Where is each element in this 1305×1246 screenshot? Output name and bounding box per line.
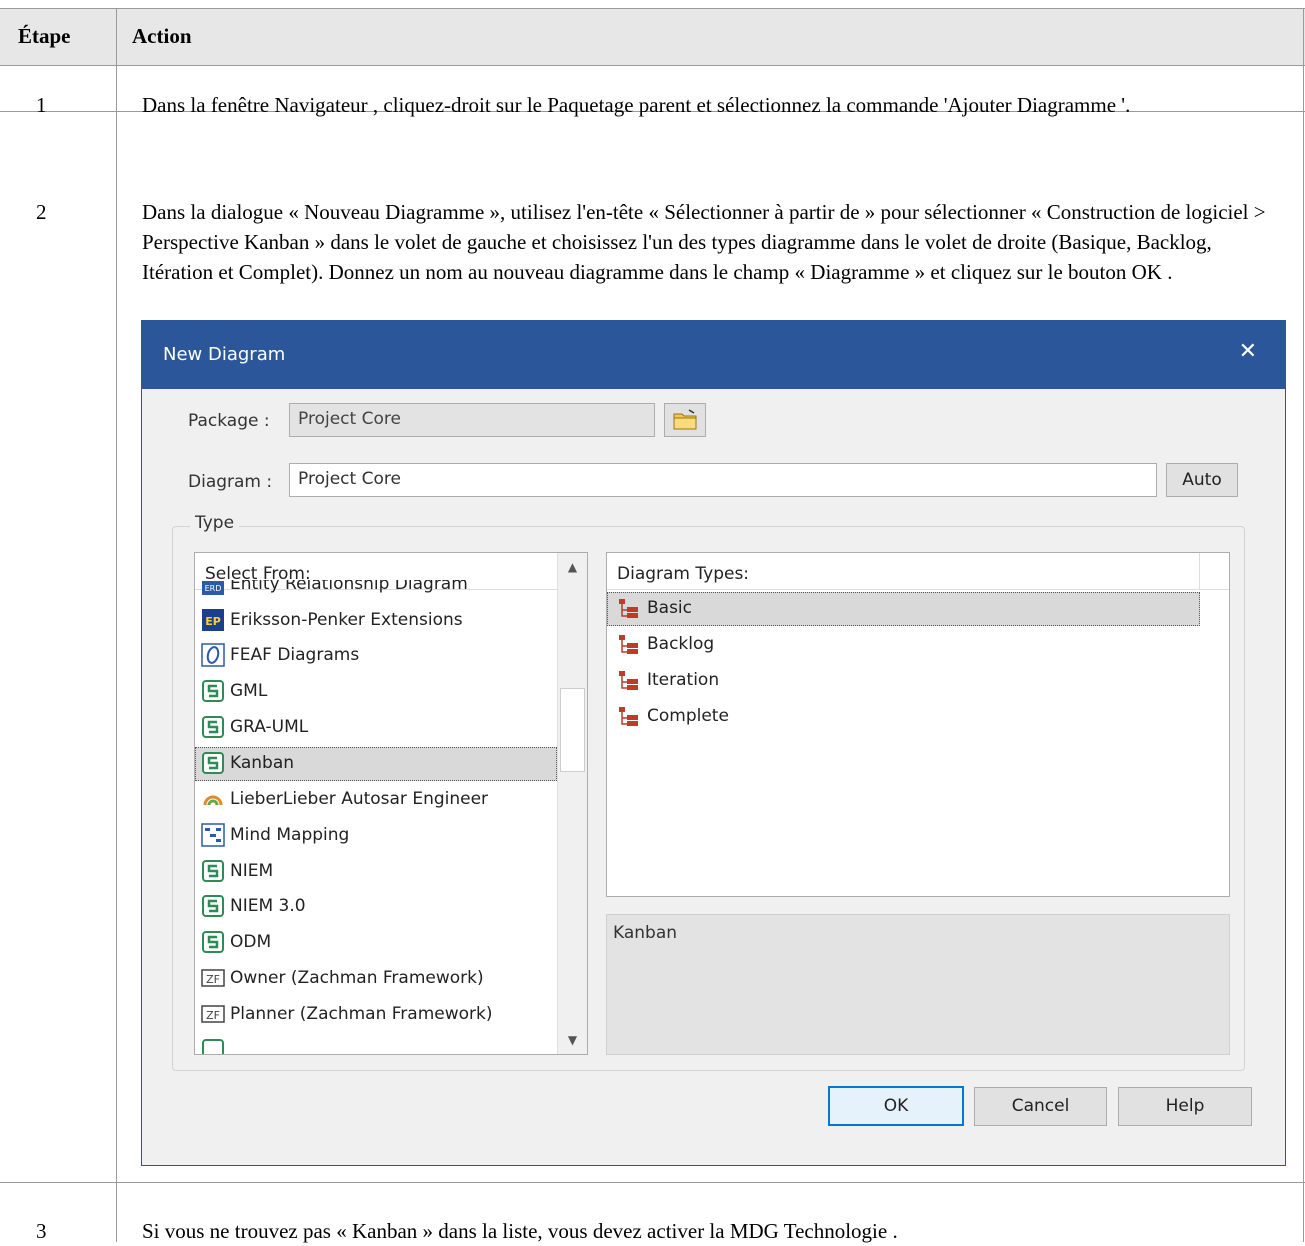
zachman-icon: ZF bbox=[201, 1005, 225, 1023]
list-item[interactable]: GML bbox=[195, 675, 557, 709]
diagram-type-complete[interactable]: Complete bbox=[607, 700, 1200, 734]
cancel-button[interactable]: Cancel bbox=[974, 1087, 1107, 1126]
step-number: 1 bbox=[36, 93, 47, 117]
step-number: 2 bbox=[36, 200, 47, 224]
mdg-technology-icon bbox=[202, 752, 224, 774]
diagram-type-basic[interactable]: Basic bbox=[607, 592, 1200, 626]
list-item[interactable]: Mind Mapping bbox=[195, 819, 557, 853]
mdg-technology-icon bbox=[202, 680, 224, 702]
ep-icon: EP bbox=[202, 609, 224, 631]
diagram-type-iteration[interactable]: Iteration bbox=[607, 664, 1200, 698]
diagram-types-list[interactable]: Diagram Types: Basic Backlog Iteration C… bbox=[606, 552, 1230, 897]
auto-button[interactable]: Auto bbox=[1166, 463, 1238, 497]
kanban-diagram-icon bbox=[619, 599, 638, 618]
diagram-name-input[interactable]: Project Core bbox=[289, 463, 1157, 497]
mdg-technology-icon bbox=[202, 931, 224, 953]
step-text: Dans la dialogue « Nouveau Diagramme », … bbox=[142, 200, 1266, 284]
svg-text:EP: EP bbox=[205, 615, 221, 628]
list-item[interactable] bbox=[195, 1034, 557, 1054]
list-item[interactable]: ZF Owner (Zachman Framework) bbox=[195, 962, 557, 996]
diagram-label: Diagram : bbox=[188, 472, 273, 492]
header-step: Étape bbox=[18, 24, 71, 48]
step-number: 3 bbox=[36, 1219, 47, 1243]
close-icon[interactable]: ✕ bbox=[1239, 339, 1257, 364]
feaf-icon bbox=[201, 643, 225, 667]
select-from-scrollbar[interactable]: ▲ ▼ bbox=[557, 553, 587, 1054]
list-item-kanban-selected[interactable]: Kanban bbox=[195, 747, 557, 781]
mdg-technology-icon bbox=[202, 1039, 224, 1054]
diagram-types-header: Diagram Types: bbox=[607, 553, 1229, 590]
scroll-up-arrow-icon[interactable]: ▲ bbox=[558, 553, 587, 581]
mdg-technology-icon bbox=[202, 895, 224, 917]
package-field[interactable]: Project Core bbox=[289, 403, 655, 437]
list-item[interactable]: FEAF Diagrams bbox=[195, 639, 557, 673]
description-panel: Kanban bbox=[606, 914, 1230, 1055]
lieberlieber-icon bbox=[203, 795, 223, 806]
erd-icon: ERD bbox=[202, 581, 224, 595]
header-action: Action bbox=[132, 24, 192, 48]
description-text: Kanban bbox=[613, 923, 678, 943]
help-button[interactable]: Help bbox=[1118, 1087, 1252, 1126]
list-item[interactable]: ZF Planner (Zachman Framework) bbox=[195, 998, 557, 1032]
list-item[interactable]: LieberLieber Autosar Engineer bbox=[195, 783, 557, 817]
svg-text:ZF: ZF bbox=[206, 1009, 220, 1022]
folder-icon bbox=[673, 409, 697, 430]
new-diagram-dialog: New Diagram ✕ Package : Project Core Dia… bbox=[141, 320, 1286, 1166]
mdg-technology-icon bbox=[202, 716, 224, 738]
scroll-down-arrow-icon[interactable]: ▼ bbox=[558, 1026, 587, 1054]
list-item[interactable]: NIEM 3.0 bbox=[195, 890, 557, 924]
kanban-diagram-icon bbox=[619, 635, 638, 654]
table-header: Étape Action bbox=[0, 8, 1305, 66]
step-text: Dans la fenêtre Navigateur , cliquez-dro… bbox=[142, 93, 1131, 117]
list-item[interactable]: ERD Entity Relationship Diagram bbox=[195, 580, 557, 602]
list-item[interactable]: NIEM bbox=[195, 855, 557, 889]
kanban-diagram-icon bbox=[619, 671, 638, 690]
dialog-title: New Diagram bbox=[163, 344, 286, 365]
list-item[interactable]: ODM bbox=[195, 926, 557, 960]
mdg-technology-icon bbox=[202, 860, 224, 882]
svg-text:ERD: ERD bbox=[205, 584, 222, 593]
zachman-icon: ZF bbox=[201, 969, 225, 987]
diagram-type-backlog[interactable]: Backlog bbox=[607, 628, 1200, 662]
browse-package-button[interactable] bbox=[664, 403, 706, 437]
package-label: Package : bbox=[188, 411, 270, 431]
list-item[interactable]: EP Eriksson-Penker Extensions bbox=[195, 604, 557, 638]
svg-text:ZF: ZF bbox=[206, 973, 220, 986]
scrollbar-thumb[interactable] bbox=[560, 688, 585, 772]
mind-map-icon bbox=[201, 823, 225, 847]
ok-button[interactable]: OK bbox=[828, 1086, 964, 1126]
kanban-diagram-icon bbox=[619, 707, 638, 726]
list-item[interactable]: GRA-UML bbox=[195, 711, 557, 745]
type-group-label: Type bbox=[190, 513, 240, 533]
dialog-title-bar: New Diagram ✕ bbox=[142, 321, 1285, 389]
select-from-list[interactable]: Select From: ERD Entity Relationship Dia… bbox=[194, 552, 588, 1055]
